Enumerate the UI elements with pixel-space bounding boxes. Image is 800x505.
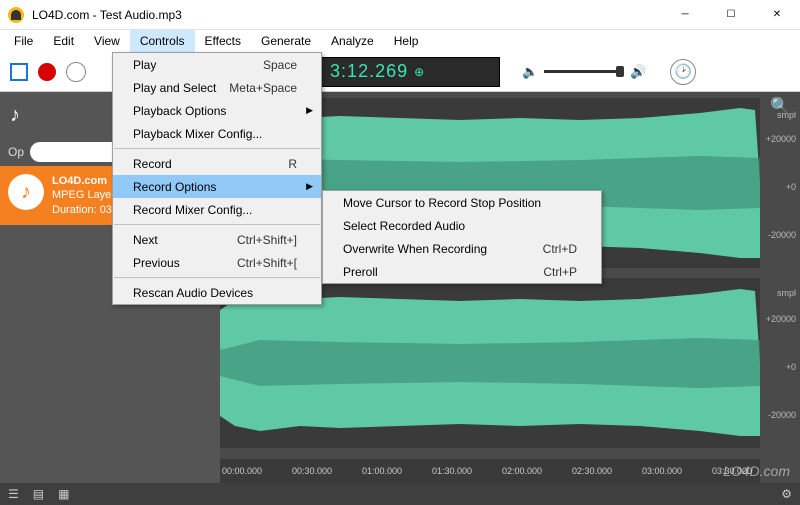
y-tick: +20000 [766, 134, 796, 144]
track-title: LO4D.com [52, 174, 115, 188]
menu-controls[interactable]: Controls [130, 30, 195, 52]
maximize-button[interactable]: ☐ [708, 0, 754, 30]
close-button[interactable]: ✕ [754, 0, 800, 30]
menu-shortcut: Meta+Space [229, 81, 297, 95]
menu-shortcut: Ctrl+Shift+[ [237, 256, 297, 270]
submenu-select-recorded[interactable]: Select Recorded Audio [323, 214, 601, 237]
speaker-low-icon: 🔈 [522, 64, 538, 80]
menu-playback-options[interactable]: Playback Options ▶ [113, 99, 321, 122]
statusbar: ☰ ▤ ▦ ⚙ [0, 483, 800, 505]
y-unit-2: smpl [777, 288, 796, 298]
submenu-overwrite[interactable]: Overwrite When Recording Ctrl+D [323, 237, 601, 260]
track-duration: Duration: 03 [52, 203, 115, 217]
stop-button[interactable] [10, 63, 28, 81]
clock-icon: 🕑 [675, 63, 692, 80]
x-tick: 01:00.000 [362, 466, 402, 476]
titlebar: LO4D.com - Test Audio.mp3 ─ ☐ ✕ [0, 0, 800, 30]
menu-help[interactable]: Help [384, 30, 429, 52]
app-icon [8, 7, 24, 23]
menu-label: Record [133, 157, 172, 171]
y-tick: -20000 [768, 230, 796, 240]
menu-record[interactable]: Record R [113, 152, 321, 175]
controls-menu-popup: Play Space Play and Select Meta+Space Play… [112, 52, 322, 305]
x-tick: 03:00.000 [642, 466, 682, 476]
time-caret-icon: ⊕ [414, 65, 425, 79]
toolbar-circle-1[interactable] [66, 62, 86, 82]
volume-slider[interactable] [544, 70, 624, 73]
menu-label: Playback Mixer Config... [133, 127, 262, 141]
track-art-icon: ♪ [8, 174, 44, 210]
x-tick: 01:30.000 [432, 466, 472, 476]
menu-label: Rescan Audio Devices [133, 286, 253, 300]
menu-record-mixer-config[interactable]: Record Mixer Config... [113, 198, 321, 221]
record-button[interactable] [38, 63, 56, 81]
menu-shortcut: Ctrl+P [543, 265, 577, 279]
menu-analyze[interactable]: Analyze [321, 30, 384, 52]
history-button[interactable]: 🕑 [670, 59, 696, 85]
submenu-move-cursor[interactable]: Move Cursor to Record Stop Position [323, 191, 601, 214]
volume-control: 🔈 🔊 [522, 64, 646, 80]
track-codec: MPEG Layer [52, 188, 115, 202]
y-tick: +0 [786, 182, 796, 192]
settings-icon[interactable]: ⚙ [781, 487, 792, 501]
track-meta: LO4D.com MPEG Layer Duration: 03 [52, 174, 115, 217]
x-ruler: 00:00.000 00:30.000 01:00.000 01:30.000 … [220, 459, 760, 483]
menu-effects[interactable]: Effects [195, 30, 251, 52]
menu-separator [114, 148, 320, 149]
menu-label: Play [133, 58, 156, 72]
music-note-icon: ♪ [10, 104, 20, 127]
menu-label: Play and Select [133, 81, 216, 95]
menu-playback-mixer-config[interactable]: Playback Mixer Config... [113, 122, 321, 145]
time-positive: 3:12.269 [330, 61, 408, 82]
menu-label: Next [133, 233, 158, 247]
window-controls: ─ ☐ ✕ [662, 0, 800, 30]
menu-generate[interactable]: Generate [251, 30, 321, 52]
menu-play-and-select[interactable]: Play and Select Meta+Space [113, 76, 321, 99]
x-tick: 02:30.000 [572, 466, 612, 476]
menu-shortcut: R [288, 157, 297, 171]
menu-view[interactable]: View [84, 30, 130, 52]
menu-label: Select Recorded Audio [343, 219, 465, 233]
open-label: Op [8, 145, 24, 159]
menu-next[interactable]: Next Ctrl+Shift+] [113, 228, 321, 251]
view-list-icon[interactable]: ☰ [8, 487, 19, 501]
window-title: LO4D.com - Test Audio.mp3 [32, 8, 662, 22]
x-tick: 00:30.000 [292, 466, 332, 476]
menu-shortcut: Space [263, 58, 297, 72]
x-tick: 02:00.000 [502, 466, 542, 476]
y-tick: -20000 [768, 410, 796, 420]
x-tick: 00:00.000 [222, 466, 262, 476]
submenu-arrow-icon: ▶ [306, 105, 313, 116]
menu-label: Move Cursor to Record Stop Position [343, 196, 541, 210]
menu-rescan-audio[interactable]: Rescan Audio Devices [113, 281, 321, 304]
y-ruler: 🔍 smpl +20000 +0 -20000 smpl +20000 +0 -… [760, 98, 800, 459]
submenu-preroll[interactable]: Preroll Ctrl+P [323, 260, 601, 283]
menu-label: Playback Options [133, 104, 226, 118]
menu-shortcut: Ctrl+Shift+] [237, 233, 297, 247]
view-detail-icon[interactable]: ▤ [33, 487, 44, 501]
menu-separator [114, 277, 320, 278]
menu-label: Record Mixer Config... [133, 203, 252, 217]
view-grid-icon[interactable]: ▦ [58, 487, 69, 501]
menu-play[interactable]: Play Space [113, 53, 321, 76]
menu-label: Previous [133, 256, 180, 270]
menu-label: Overwrite When Recording [343, 242, 487, 256]
menu-label: Record Options [133, 180, 216, 194]
menu-file[interactable]: File [4, 30, 43, 52]
submenu-arrow-icon: ▶ [306, 181, 313, 192]
x-tick: 03:30.000 [712, 466, 752, 476]
y-tick: +0 [786, 362, 796, 372]
menu-shortcut: Ctrl+D [543, 242, 577, 256]
y-tick: +20000 [766, 314, 796, 324]
record-options-submenu: Move Cursor to Record Stop Position Sele… [322, 190, 602, 284]
speaker-high-icon: 🔊 [630, 64, 646, 80]
menu-edit[interactable]: Edit [43, 30, 84, 52]
menu-previous[interactable]: Previous Ctrl+Shift+[ [113, 251, 321, 274]
menu-record-options[interactable]: Record Options ▶ [113, 175, 321, 198]
menu-label: Preroll [343, 265, 378, 279]
minimize-button[interactable]: ─ [662, 0, 708, 30]
menu-separator [114, 224, 320, 225]
menubar: File Edit View Controls Effects Generate… [0, 30, 800, 52]
y-unit-1: smpl [777, 110, 796, 120]
